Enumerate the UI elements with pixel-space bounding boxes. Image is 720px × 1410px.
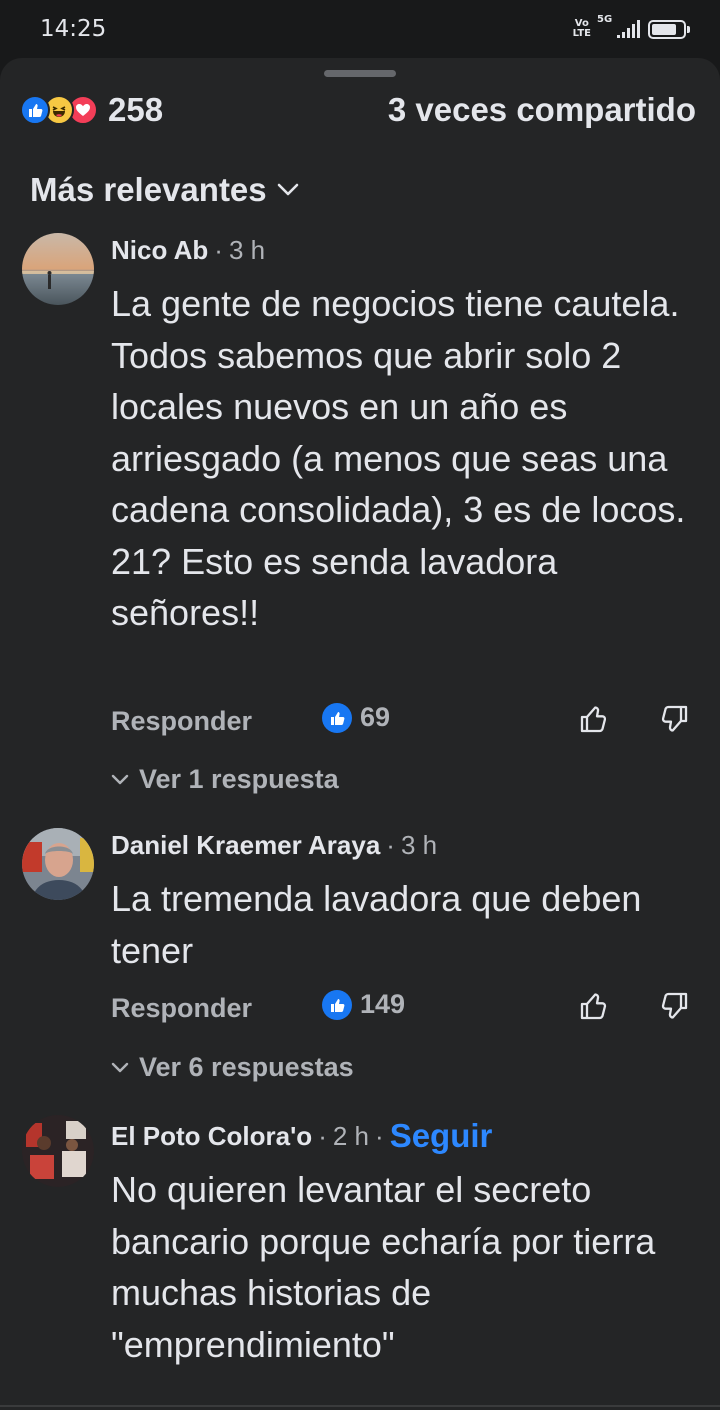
separator-dot: · xyxy=(318,1120,327,1151)
comment-like-count[interactable]: 149 xyxy=(322,989,405,1020)
network-type: 5G xyxy=(597,14,613,25)
comment-time[interactable]: 2 h xyxy=(333,1121,369,1152)
chevron-down-icon xyxy=(111,774,129,784)
comment-body: Nico Ab · 3 h La gente de negocios tiene… xyxy=(111,230,701,639)
comment-text: No quieren levantar el secreto bancario … xyxy=(111,1169,656,1365)
comment-body: Daniel Kraemer Araya · 3 h La tremenda l… xyxy=(111,825,701,976)
like-icon xyxy=(322,989,352,1020)
sort-selector[interactable]: Más relevantes xyxy=(30,170,299,210)
shares-count[interactable]: 3 veces compartido xyxy=(388,90,696,130)
like-icon xyxy=(322,702,352,733)
chevron-down-icon xyxy=(277,183,298,196)
comments-sheet: 258 3 veces compartido Más relevantes Ni… xyxy=(0,58,720,1410)
comment-actions: Responder 149 xyxy=(111,989,701,1029)
sort-label: Más relevantes xyxy=(30,171,267,208)
reaction-count: 258 xyxy=(108,91,164,128)
thumbs-down-icon[interactable] xyxy=(659,704,689,734)
volte-bottom: LTE xyxy=(572,28,591,39)
separator-dot: · xyxy=(386,829,395,860)
battery-fill xyxy=(652,23,676,35)
like-count: 149 xyxy=(360,989,406,1019)
reaction-icons xyxy=(20,95,98,125)
reply-button[interactable]: Responder xyxy=(111,706,252,737)
thumbs-up-icon[interactable] xyxy=(579,991,609,1021)
comment-author[interactable]: El Poto Colora'o xyxy=(111,1121,312,1152)
separator-dot: · xyxy=(214,234,223,265)
battery-icon xyxy=(648,19,690,39)
view-replies-label: Ver 1 respuesta xyxy=(139,764,339,794)
comment-actions: Responder 69 xyxy=(111,702,701,742)
follow-button[interactable]: Seguir xyxy=(390,1117,493,1155)
status-time: 14:25 xyxy=(40,16,107,42)
comment-author[interactable]: Nico Ab xyxy=(111,235,208,266)
reactions-summary[interactable]: 258 xyxy=(20,90,163,130)
reply-button[interactable]: Responder xyxy=(111,993,252,1024)
drag-handle[interactable] xyxy=(324,70,396,77)
comment-text: La tremenda lavadora que deben tener xyxy=(111,878,642,971)
avatar[interactable] xyxy=(22,1115,94,1187)
comment-time[interactable]: 3 h xyxy=(229,235,265,266)
divider xyxy=(0,1405,720,1407)
signal-icon: 5G xyxy=(597,14,640,38)
like-count: 69 xyxy=(360,702,391,732)
status-icons: Vo LTE 5G xyxy=(573,14,690,42)
chevron-down-icon xyxy=(111,1062,129,1072)
view-replies-link[interactable]: Ver 1 respuesta xyxy=(111,764,339,795)
comment-header: Daniel Kraemer Araya · 3 h xyxy=(111,825,701,865)
comment-text: La gente de negocios tiene cautela. Todo… xyxy=(111,283,686,633)
view-replies-label: Ver 6 respuestas xyxy=(139,1052,354,1082)
comment-author[interactable]: Daniel Kraemer Araya xyxy=(111,830,380,861)
view-replies-link[interactable]: Ver 6 respuestas xyxy=(111,1052,354,1083)
thumbs-up-icon[interactable] xyxy=(579,704,609,734)
status-bar: 14:25 Vo LTE 5G xyxy=(0,0,720,58)
comment-header: Nico Ab · 3 h xyxy=(111,230,701,270)
like-icon xyxy=(20,95,50,125)
comment-header: El Poto Colora'o · 2 h · Seguir xyxy=(111,1116,701,1156)
separator-dot: · xyxy=(375,1120,384,1151)
avatar[interactable] xyxy=(22,233,94,305)
avatar[interactable] xyxy=(22,828,94,900)
comment-time[interactable]: 3 h xyxy=(401,830,437,861)
comment-body: El Poto Colora'o · 2 h · Seguir No quier… xyxy=(111,1116,701,1370)
comment-like-count[interactable]: 69 xyxy=(322,702,390,733)
thumbs-down-icon[interactable] xyxy=(659,991,689,1021)
volte-icon: Vo LTE xyxy=(573,19,591,39)
